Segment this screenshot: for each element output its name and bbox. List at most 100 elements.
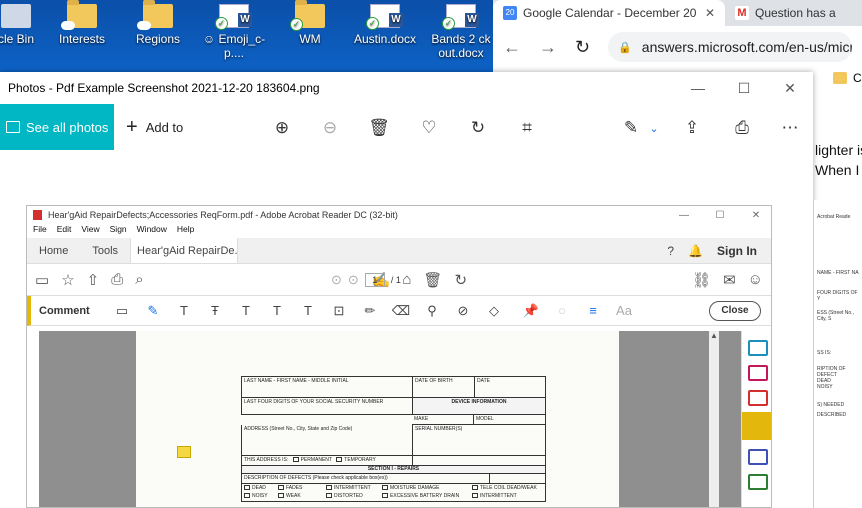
- close-icon[interactable]: ✕: [705, 6, 715, 20]
- line-weight-icon: ≡: [589, 303, 597, 318]
- chrome-tab-title: Question has a: [755, 6, 836, 20]
- help-icon: ?: [667, 243, 675, 258]
- shapes-icon: ◇: [489, 302, 499, 318]
- sticky-note-icon: ▭: [115, 302, 129, 318]
- acrobat-toolbar: ▭ ☆ ⇧ ⎙ ⌕ ⊙ ⊙ 1 / 1 ✍ ⌂ 🗑 ↻ ⛓ ✉ ☺: [27, 264, 771, 296]
- lock-icon: 🔒: [618, 41, 632, 54]
- tab-document-label: Hear'gAid RepairDe...: [137, 244, 239, 257]
- sliver-text: NOISY: [817, 384, 833, 390]
- rotate-icon[interactable]: ↻: [467, 117, 489, 139]
- form-row: LAST FOUR DIGITS OF YOUR SOCIAL SECURITY…: [241, 398, 546, 415]
- export-pdf-icon: [747, 340, 768, 356]
- desktop-icon-regions[interactable]: Regions: [118, 0, 198, 46]
- edit-create-icon[interactable]: ✎: [620, 117, 642, 139]
- form-field-label: EXCESSIVE BATTERY DRAIN: [390, 493, 460, 499]
- chevron-down-icon[interactable]: ⌄: [643, 117, 665, 139]
- form-field-label: TELE COIL DEAD/WEAK: [480, 485, 537, 491]
- form-field-label: TEMPORARY: [344, 457, 376, 463]
- address-bar[interactable]: 🔒 answers.microsoft.com/en-us/micros: [608, 32, 852, 62]
- desktop-icon-label: Austin.docx: [353, 32, 417, 46]
- see-all-photos-label: See all photos: [26, 119, 109, 135]
- tab-tools: Tools: [92, 244, 119, 257]
- delete-icon[interactable]: 🗑: [368, 117, 390, 139]
- checkbox-icon: [336, 457, 343, 463]
- chrome-navbar: ← → ↻ 🔒 answers.microsoft.com/en-us/micr…: [493, 26, 862, 68]
- user-add-icon: ☺: [747, 271, 763, 288]
- form-field-label: DEAD: [252, 485, 266, 491]
- address-type: THIS ADDRESS IS: PERMANENT TEMPORARY: [242, 456, 413, 465]
- replace-text-icon: T: [242, 303, 250, 318]
- page-text: When I: [815, 162, 860, 178]
- form-field-label: SERIAL NUMBER(S): [415, 426, 463, 432]
- color-picker-icon: ○: [558, 303, 566, 318]
- desktop-icon-label: Bands 2 ck out.docx: [431, 32, 491, 60]
- favorite-heart-icon[interactable]: ♡: [418, 117, 440, 139]
- minimize-icon: —: [679, 209, 689, 221]
- minimize-button[interactable]: —: [675, 72, 721, 104]
- window-title: Photos - Pdf Example Screenshot 2021-12-…: [8, 81, 320, 95]
- sliver-text: Acrobat Reade: [817, 214, 851, 220]
- chrome-tab-calendar[interactable]: 20 Google Calendar - December 20 ✕: [493, 0, 725, 26]
- desktop-icon-wm[interactable]: ✓ WM: [270, 0, 350, 46]
- scrollbar: ▲: [709, 331, 719, 507]
- reload-icon[interactable]: ↻: [575, 37, 590, 58]
- checkbox-icon: [472, 493, 478, 499]
- zoom-out-icon[interactable]: ⊖: [319, 117, 341, 139]
- menu-window: Window: [136, 224, 167, 234]
- desktop-icon-bands[interactable]: ✓ Bands 2 ck out.docx: [421, 0, 501, 60]
- share-pdf-icon: [747, 449, 768, 465]
- checkbox-icon: [326, 493, 332, 499]
- folder-icon: ✓: [290, 0, 325, 31]
- text-box-icon: ⊡: [333, 302, 345, 318]
- form-field-label: NOISY: [252, 493, 268, 499]
- checkbox-icon: [278, 493, 284, 499]
- form-field-label: MOISTURE DAMAGE: [390, 485, 440, 491]
- scanned-form: LAST NAME - FIRST NAME - MIDDLE INITIAL …: [241, 376, 546, 502]
- menu-help: Help: [176, 224, 195, 234]
- back-icon[interactable]: ←: [503, 37, 521, 58]
- page-content: lighter is When I: [815, 140, 862, 180]
- bookmark-folder-icon[interactable]: [833, 72, 847, 84]
- chrome-tab-gmail[interactable]: M Question has a: [725, 0, 846, 26]
- print-icon[interactable]: ⎙: [731, 117, 753, 139]
- comment-label: Comment: [39, 304, 90, 317]
- cloud-icon: [61, 21, 75, 30]
- desktop-icon-austin[interactable]: ✓ Austin.docx: [345, 0, 425, 46]
- desktop: cle Bin Interests Regions ✓ ☺ Emoji_c-p.…: [0, 0, 495, 72]
- folder-icon: [61, 0, 97, 30]
- more-options-icon[interactable]: ⋯: [779, 117, 801, 139]
- form-section-header: SECTION I - REPAIRS: [241, 466, 546, 474]
- form-field-label: LAST NAME - FIRST NAME - MIDDLE INITIAL: [242, 377, 413, 397]
- underline-text-icon: T: [180, 303, 188, 318]
- menu-edit: Edit: [56, 224, 72, 234]
- gmail-icon: M: [735, 6, 749, 20]
- share-icon[interactable]: ⇪: [681, 117, 703, 139]
- bookmark-label[interactable]: C: [853, 71, 862, 85]
- maximize-button[interactable]: ☐: [721, 72, 767, 104]
- sliver-text: S) NEEDED: [817, 402, 845, 408]
- add-to-button[interactable]: + Add to: [126, 116, 183, 139]
- highlight-icon: ✎: [147, 302, 159, 318]
- sliver-text: ESS (Street No., City, S: [817, 310, 854, 322]
- crop-icon[interactable]: ⌗: [516, 117, 538, 139]
- forward-icon[interactable]: →: [539, 37, 557, 58]
- acrobat-window-title: Hear'gAid RepairDefects;Accessories ReqF…: [48, 210, 398, 220]
- desktop-icon-emoji[interactable]: ✓ ☺ Emoji_c-p....: [194, 0, 274, 60]
- desktop-icon-interests[interactable]: Interests: [42, 0, 122, 46]
- close-button[interactable]: ✕: [767, 72, 813, 104]
- form-field-label: DESCRIPTION OF DEFECTS (Please check app…: [242, 474, 490, 483]
- checkbox-icon: [278, 485, 284, 491]
- see-all-photos-button[interactable]: See all photos: [0, 104, 114, 150]
- zoom-in-icon[interactable]: ⊕: [271, 117, 293, 139]
- page-number: 1: [364, 273, 385, 287]
- add-text-icon: T: [304, 303, 312, 318]
- upload-icon: ⇧: [86, 271, 100, 289]
- form-field-label: PERMANENT: [300, 457, 332, 463]
- folder-icon: [137, 0, 173, 30]
- sliver-text: NAME - FIRST NA: [817, 270, 859, 276]
- form-row: MAKE MODEL: [412, 415, 546, 425]
- star-icon: ☆: [61, 271, 75, 289]
- page-indicator: ⊙ ⊙ 1 / 1: [331, 272, 401, 288]
- right-tool-pane: [741, 331, 771, 507]
- tab-document: Hear'gAid RepairDe... ×: [130, 238, 239, 263]
